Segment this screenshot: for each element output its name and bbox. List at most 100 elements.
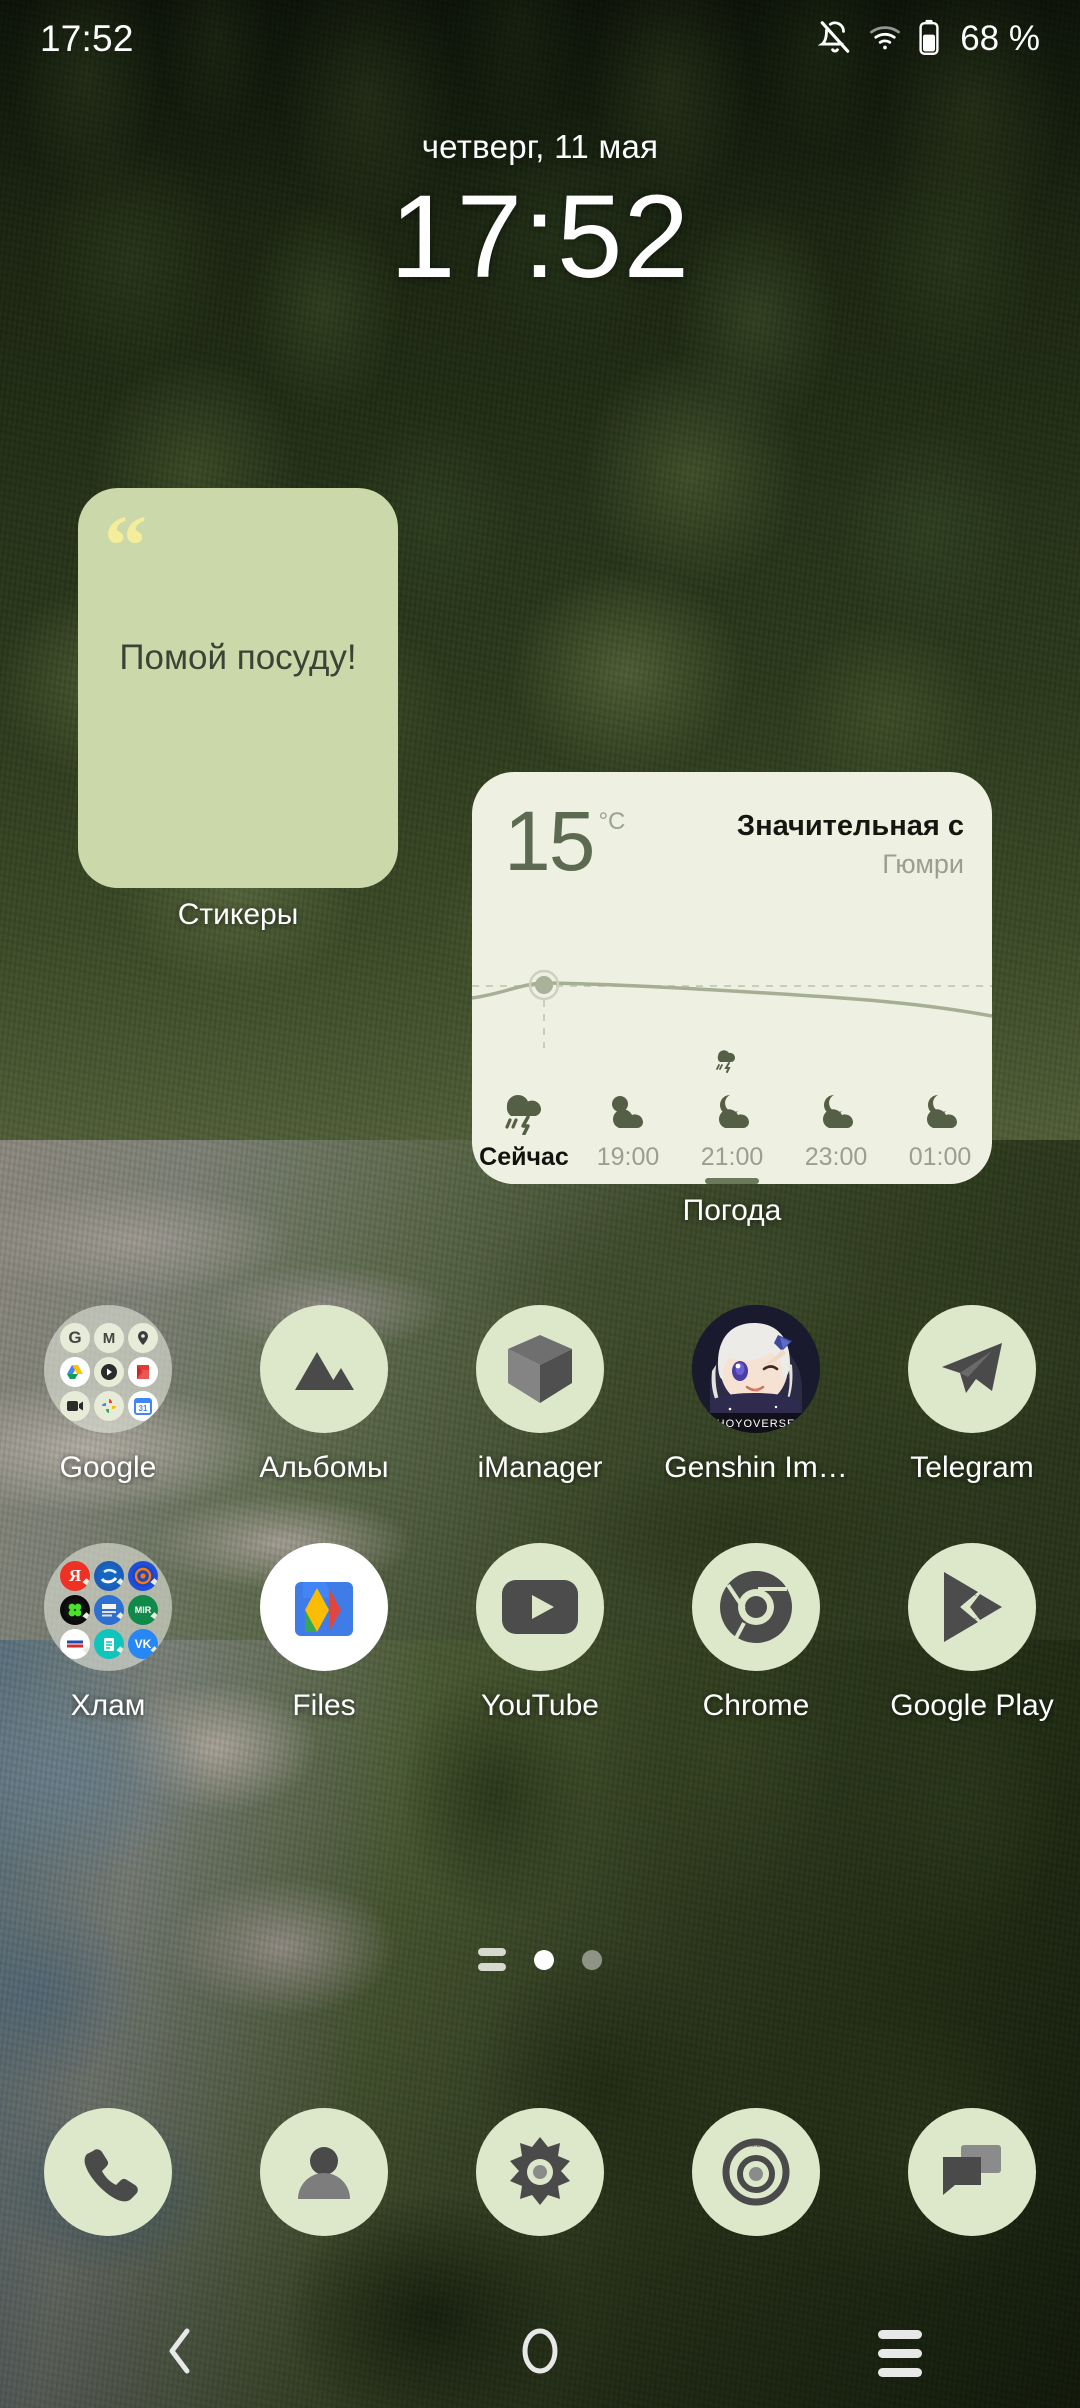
app-grid: G M 31 Google Альбомы iManager HOYOVERSE… [0,1305,1080,1723]
app-label: Google [59,1451,157,1484]
app-label: Telegram [910,1451,1034,1484]
camera-icon[interactable]: CAMERA [692,2108,820,2236]
sticker-widget-label: Стикеры [177,898,299,931]
weather-card[interactable]: 15 °C Значительная с Гюмри Сейчас 19:00 … [472,772,992,1184]
nav-recents-button[interactable] [720,2298,1080,2408]
app-item-imanager[interactable]: iManager [432,1305,648,1485]
photos-icon [94,1391,124,1421]
news-icon [94,1595,124,1625]
weather-hour-item[interactable]: 21:00 [680,1044,784,1184]
page-dot-2[interactable] [582,1949,602,1970]
youtube-icon[interactable] [476,1543,604,1671]
quote-icon: “ [104,497,147,593]
svg-text:31: 31 [139,1404,148,1413]
app-row: G M 31 Google Альбомы iManager HOYOVERSE… [0,1305,1080,1485]
app-item-albums[interactable]: Альбомы [216,1305,432,1485]
yandex-icon: Я [60,1561,90,1591]
nav-back-button[interactable] [0,2298,360,2408]
back-chevron-icon[interactable] [165,2326,195,2381]
app-label: Хлам [70,1689,146,1722]
dock-item-phone[interactable] [0,2108,216,2236]
weather-temp-value: 15 [504,794,595,888]
notes-icon [94,1629,124,1659]
icq-icon [60,1595,90,1625]
maps-icon [128,1323,158,1353]
partly-cloudy-day-icon [601,1089,655,1135]
weather-hour-item[interactable]: 01:00 [888,1044,992,1184]
app-item-google-play[interactable]: Google Play [864,1543,1080,1723]
files-icon[interactable] [260,1543,388,1671]
partly-cloudy-night-icon [913,1089,967,1135]
google-folder-icon[interactable]: G M 31 [44,1305,172,1433]
app-item-files[interactable]: Files [216,1543,432,1723]
navigation-bar [0,2298,1080,2408]
svg-text:HOYOVERSE: HOYOVERSE [717,1418,796,1430]
weather-hour-item[interactable]: 23:00 [784,1044,888,1184]
google-play-icon[interactable] [908,1543,1036,1671]
weather-hourly-list[interactable]: Сейчас 19:00 21:00 23:00 01:00 [472,1044,992,1184]
page-indicator[interactable] [0,1948,1080,1971]
status-bar[interactable]: 17:52 68 % [0,0,1080,78]
gmail-icon: M [94,1323,124,1353]
google-search-icon: G [60,1323,90,1353]
podcasts-icon [94,1357,124,1387]
dock: CAMERA [0,2108,1080,2236]
thunderstorm-rain-icon [493,1089,555,1135]
weather-condition: Значительная с [736,810,964,842]
contacts-icon[interactable] [260,2108,388,2236]
svg-text:CAMERA: CAMERA [739,2142,773,2149]
app-item-google-folder[interactable]: G M 31 Google [0,1305,216,1485]
clock-time: 17:52 [389,171,691,303]
home-circle-icon[interactable] [520,2327,560,2380]
weather-city: Гюмри [882,849,964,879]
recents-lines-icon[interactable] [878,2329,922,2377]
app-item-junk-folder[interactable]: Я MIR VK Хлам [0,1543,216,1723]
telegram-icon[interactable] [908,1305,1036,1433]
app-item-youtube[interactable]: YouTube [432,1543,648,1723]
weather-hour-label: 21:00 [700,1143,764,1171]
albums-icon[interactable] [260,1305,388,1433]
nav-home-button[interactable] [360,2298,720,2408]
dock-item-camera[interactable]: CAMERA [648,2108,864,2236]
status-bar-clock: 17:52 [40,18,134,59]
sberbank-icon [94,1561,124,1591]
settings-gear-icon[interactable] [476,2108,604,2236]
widget-page-icon[interactable] [478,1948,506,1971]
app-item-genshin-impact[interactable]: HOYOVERSE Genshin Im… [648,1305,864,1485]
weather-hour-label: 19:00 [596,1143,660,1171]
messages-icon[interactable] [908,2108,1036,2236]
dock-item-settings[interactable] [432,2108,648,2236]
sticker-widget[interactable]: “ Помой посуду! Стикеры [78,488,398,932]
wifi-icon [868,20,902,59]
weather-hour-item[interactable]: 19:00 [576,1044,680,1184]
imanager-cube-icon[interactable] [476,1305,604,1433]
phone-icon[interactable] [44,2108,172,2236]
app-label: YouTube [481,1689,599,1722]
partly-cloudy-night-icon [705,1089,759,1135]
dock-item-contacts[interactable] [216,2108,432,2236]
weather-widget[interactable]: 15 °C Значительная с Гюмри Сейчас 19:00 … [472,772,992,1228]
chrome-icon[interactable] [692,1543,820,1671]
weather-widget-label: Погода [682,1194,782,1227]
app-label: Files [292,1689,356,1722]
clock-widget[interactable]: четверг, 11 мая 17:52 [0,128,1080,307]
weather-temp-unit: °C [598,808,626,835]
app-item-telegram[interactable]: Telegram [864,1305,1080,1485]
junk-folder-icon[interactable]: Я MIR VK [44,1543,172,1671]
bell-off-icon [817,20,852,59]
weather-hour-item[interactable]: Сейчас [472,1044,576,1184]
app-label: Genshin Im… [664,1451,848,1484]
clock-date: четверг, 11 мая [421,128,659,165]
mir-pay-icon: MIR [128,1595,158,1625]
page-dot-1[interactable] [534,1949,554,1970]
app-item-chrome[interactable]: Chrome [648,1543,864,1723]
app-label: iManager [477,1451,603,1484]
genshin-impact-icon[interactable]: HOYOVERSE [692,1305,820,1433]
partly-cloudy-night-icon [809,1089,863,1135]
tinkoff-icon [128,1561,158,1591]
app-label: Google Play [890,1689,1054,1722]
dock-item-messages[interactable] [864,2108,1080,2236]
gosuslugi-icon [60,1629,90,1659]
sticker-card[interactable]: “ Помой посуду! [78,488,398,888]
app-label: Chrome [702,1689,810,1722]
